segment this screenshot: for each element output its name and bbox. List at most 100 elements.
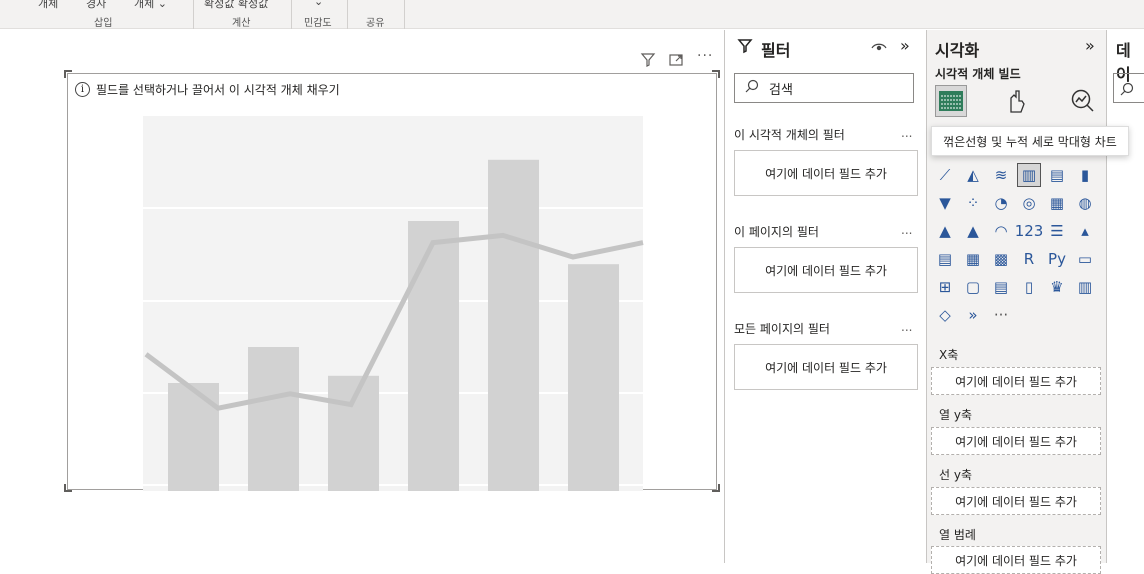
pie-icon[interactable]: ◔ xyxy=(989,191,1013,215)
ribbon-button[interactable]: ⌄ xyxy=(314,0,323,8)
resize-handle[interactable] xyxy=(64,484,72,492)
filter-section-label: 이 페이지의 필터 xyxy=(734,225,819,239)
ribbon-button[interactable]: 확정값 확정값 xyxy=(204,0,268,11)
filter-icon xyxy=(737,38,753,58)
visual-container[interactable] xyxy=(67,73,717,491)
viz-subtitle: 시각적 개체 빌드 xyxy=(935,67,1021,81)
line-clustered-column-icon[interactable]: ▥ xyxy=(1017,163,1041,187)
ribbon-group-label: 계산 xyxy=(232,18,251,29)
ribbon-group-share: 공유 xyxy=(348,0,405,29)
section-more-icon[interactable]: ... xyxy=(901,320,912,334)
decomposition-tree-icon[interactable]: ⊞ xyxy=(933,275,957,299)
viz-title: 시각화 xyxy=(935,41,980,60)
info-icon: i xyxy=(75,82,90,97)
resize-handle[interactable] xyxy=(712,484,720,492)
placeholder-bar xyxy=(408,221,459,491)
multi-row-card-icon[interactable]: ☰ xyxy=(1045,219,1069,243)
more-icon[interactable]: ··· xyxy=(989,303,1013,327)
resize-handle[interactable] xyxy=(64,70,72,78)
collapse-viz-icon[interactable]: » xyxy=(1085,36,1095,55)
kpi-icon[interactable]: ▴ xyxy=(1073,219,1097,243)
visualizations-pane: 시각화 » 시각적 개체 빌드 ⟋ ◭ ≋ ▥ ▤ ▮ ▼ ⁘ ◔ ◎ ▦ ◍ ▲ ▲ ◠ 123 ☰ ▴ ▤ ▦ ▩ R… xyxy=(926,30,1106,574)
data-search-input[interactable] xyxy=(1113,73,1144,103)
funnel-icon[interactable]: ▼ xyxy=(933,191,957,215)
filters-pane: 필터 » 검색 이 시각적 개체의 필터 ... 여기에 데이터 필드 추가 이… xyxy=(724,30,926,563)
placeholder-bar xyxy=(488,159,539,491)
smart-narrative-icon[interactable]: ▤ xyxy=(989,275,1013,299)
resize-handle[interactable] xyxy=(712,70,720,78)
chart-placeholder xyxy=(143,116,644,491)
analytics-tab-icon[interactable] xyxy=(1067,85,1099,117)
azure-map-icon[interactable]: ▲ xyxy=(961,219,985,243)
ribbon-button[interactable]: 경자 xyxy=(86,0,106,11)
line-y-axis-well[interactable]: 여기에 데이터 필드 추가 xyxy=(931,487,1101,515)
ribbon-group-label: 삽입 xyxy=(94,18,113,29)
report-icon[interactable]: ▥ xyxy=(1073,275,1097,299)
treemap-icon[interactable]: ▦ xyxy=(1045,191,1069,215)
area-chart-icon[interactable]: ◭ xyxy=(961,163,985,187)
section-more-icon[interactable]: ... xyxy=(901,126,912,140)
data-pane: 데이 xyxy=(1106,30,1144,563)
ribbon-button[interactable]: 개체 xyxy=(38,0,58,11)
well-label: X축 xyxy=(939,348,959,362)
python-visual-icon[interactable]: Py xyxy=(1045,247,1069,271)
well-label: 선 y축 xyxy=(939,468,972,482)
focus-mode-icon[interactable] xyxy=(668,52,684,72)
ribbon-group-label: 공유 xyxy=(366,18,385,29)
trophy-icon[interactable]: ♛ xyxy=(1045,275,1069,299)
stacked-area-icon[interactable]: ≋ xyxy=(989,163,1013,187)
line-chart-icon[interactable]: ⟋ xyxy=(933,163,957,187)
ribbon-group-label: 민감도 xyxy=(304,18,332,29)
filter-drop-zone[interactable]: 여기에 데이터 필드 추가 xyxy=(734,247,918,293)
filters-search-input[interactable]: 검색 xyxy=(734,73,914,103)
visual-type-tooltip: 꺾은선형 및 누적 세로 막대형 차트 xyxy=(931,126,1129,156)
column-y-axis-well[interactable]: 여기에 데이터 필드 추가 xyxy=(931,427,1101,455)
x-axis-well[interactable]: 여기에 데이터 필드 추가 xyxy=(931,367,1101,395)
ribbon: 개체 경자 개체 ⌄ 삽입 확정값 확정값 계산 ⌄ 민감도 공유 xyxy=(0,0,1144,29)
qa-icon[interactable]: ▢ xyxy=(961,275,985,299)
placeholder-bar xyxy=(168,383,219,491)
collapse-filters-icon[interactable]: » xyxy=(900,36,910,55)
power-apps-icon[interactable]: ◇ xyxy=(933,303,957,327)
column-legend-well[interactable]: 여기에 데이터 필드 추가 xyxy=(931,546,1101,574)
waterfall-icon[interactable]: ▮ xyxy=(1073,163,1097,187)
gauge-icon[interactable]: ◠ xyxy=(989,219,1013,243)
ribbon-group-calc: 확정값 확정값 계산 xyxy=(194,0,292,29)
slicer-icon[interactable]: ▤ xyxy=(933,247,957,271)
search-placeholder: 검색 xyxy=(769,82,793,98)
matrix-icon[interactable]: ▩ xyxy=(989,247,1013,271)
ribbon-group-sensitivity: ⌄ 민감도 xyxy=(292,0,348,29)
donut-icon[interactable]: ◎ xyxy=(1017,191,1041,215)
scatter-icon[interactable]: ⁘ xyxy=(961,191,985,215)
search-icon xyxy=(1120,82,1134,96)
map-icon[interactable]: ◍ xyxy=(1073,191,1097,215)
placeholder-bar xyxy=(328,375,379,491)
filter-section-label: 모든 페이지의 필터 xyxy=(734,322,830,336)
well-label: 열 y축 xyxy=(939,408,972,422)
build-visual-tab-icon[interactable] xyxy=(935,85,967,117)
filled-map-icon[interactable]: ▲ xyxy=(933,219,957,243)
filter-drop-zone[interactable]: 여기에 데이터 필드 추가 xyxy=(734,150,918,196)
format-visual-tab-icon[interactable] xyxy=(1001,85,1033,117)
hint-text: 필드를 선택하거나 끌어서 이 시각적 개체 채우기 xyxy=(96,83,340,97)
filter-section-label: 이 시각적 개체의 필터 xyxy=(734,128,845,142)
ribbon-button[interactable]: 개체 ⌄ xyxy=(134,0,167,11)
paginated-icon[interactable]: ▯ xyxy=(1017,275,1041,299)
power-automate-icon[interactable]: » xyxy=(961,303,985,327)
well-label: 열 범례 xyxy=(939,528,976,542)
card-icon[interactable]: 123 xyxy=(1015,219,1044,243)
filter-drop-zone[interactable]: 여기에 데이터 필드 추가 xyxy=(734,344,918,390)
visual-hint: i 필드를 선택하거나 끌어서 이 시각적 개체 채우기 xyxy=(75,81,340,98)
more-options-icon[interactable]: ··· xyxy=(697,48,713,64)
placeholder-bar xyxy=(568,264,619,491)
key-influencers-icon[interactable]: ▭ xyxy=(1073,247,1097,271)
ribbon-group-insert: 개체 경자 개체 ⌄ 삽입 xyxy=(0,0,194,29)
ribbon-chart-icon[interactable]: ▤ xyxy=(1045,163,1069,187)
eye-icon[interactable] xyxy=(871,39,887,58)
r-visual-icon[interactable]: R xyxy=(1017,247,1041,271)
filters-title: 필터 xyxy=(761,41,791,60)
table-icon[interactable]: ▦ xyxy=(961,247,985,271)
placeholder-bar xyxy=(248,347,299,491)
filter-icon[interactable] xyxy=(640,52,656,72)
section-more-icon[interactable]: ... xyxy=(901,223,912,237)
